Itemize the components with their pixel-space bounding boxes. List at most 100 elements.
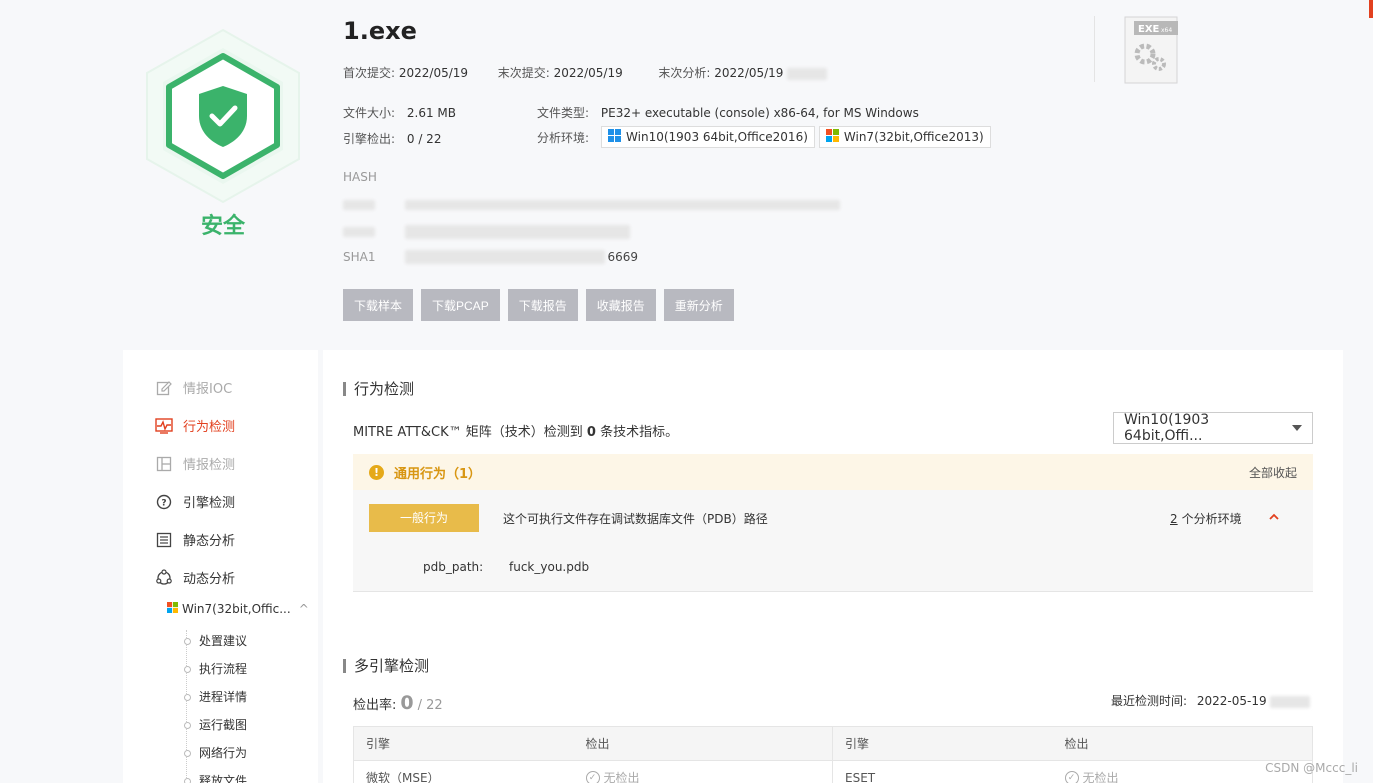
main-panel: 行为检测 MITRE ATT&CK™ 矩阵（技术）检测到 0 条技术指标。 Wi… bbox=[323, 350, 1343, 783]
behavior-level-tag: 一般行为 bbox=[369, 504, 479, 532]
exe-sub-label: x64 bbox=[1161, 27, 1172, 34]
nav-sub-item[interactable]: 释放文件 bbox=[183, 770, 247, 783]
pdb-path-key: pdb_path: bbox=[423, 560, 484, 574]
exe-label: EXE bbox=[1138, 24, 1160, 35]
env-chip-label: Win7(32bit,Office2013) bbox=[843, 130, 984, 144]
nav-sub-item[interactable]: 网络行为 bbox=[183, 742, 247, 770]
download-sample-button[interactable]: 下载样本 bbox=[343, 289, 414, 321]
nav-item-intel-ioc[interactable]: 情报IOC bbox=[155, 378, 232, 397]
help-circle-icon: ? bbox=[155, 493, 173, 511]
last-analysis-value: 2022/05/19 bbox=[714, 66, 784, 80]
env-chip-win7[interactable]: Win7(32bit,Office2013) bbox=[818, 126, 991, 148]
nav-item-label: 动态分析 bbox=[183, 572, 236, 587]
header-divider bbox=[1094, 16, 1095, 82]
nav-item-label: 静态分析 bbox=[183, 534, 236, 549]
table-row: 微软（MSE） ✓ 无检出 ESET ✓ 无检出 bbox=[354, 761, 1312, 783]
last-submit-value: 2022/05/19 bbox=[553, 66, 623, 80]
chevron-up-icon: ^ bbox=[298, 602, 309, 616]
column-header: 引擎 bbox=[366, 737, 391, 751]
cycle-icon bbox=[155, 568, 173, 587]
last-time-value: 2022-05-19 bbox=[1196, 694, 1267, 708]
rate-value: 0 bbox=[400, 692, 414, 714]
check-circle-icon: ✓ bbox=[585, 770, 600, 783]
behavior-description: 这个可执行文件存在调试数据库文件（PDB）路径 bbox=[503, 512, 768, 526]
nav-item-label: 行为检测 bbox=[183, 420, 236, 435]
file-name-title: 1.exe bbox=[343, 17, 417, 45]
behavior-group-header[interactable]: ! 通用行为（1） 全部收起 bbox=[353, 454, 1313, 490]
column-header: 检出 bbox=[574, 727, 833, 760]
nav-item-intel-detect[interactable]: 情报检测 bbox=[155, 454, 235, 473]
nav-item-dynamic[interactable]: 动态分析 bbox=[155, 568, 235, 587]
file-type-row: 文件类型: PE32+ executable (console) x86-64,… bbox=[537, 104, 919, 121]
pdb-path-value: fuck_you.pdb bbox=[509, 560, 590, 574]
verdict-label: 安全 bbox=[200, 214, 245, 239]
mitre-count: 0 bbox=[586, 425, 596, 440]
env-select-value: Win10(1903 64bit,Offi... bbox=[1124, 412, 1210, 444]
mitre-prefix: MITRE ATT&CK™ 矩阵（技术）检测到 bbox=[353, 425, 583, 440]
watermark: CSDN @Mccc_li bbox=[1265, 761, 1358, 775]
env-count-suffix: 个分析环境 bbox=[1181, 512, 1242, 526]
favorite-report-button[interactable]: 收藏报告 bbox=[585, 289, 656, 321]
sha1-tail: 6669 bbox=[607, 250, 639, 264]
table-header-row: 引擎 检出 引擎 检出 bbox=[354, 727, 1312, 761]
nav-item-label: 引擎检测 bbox=[183, 496, 236, 511]
download-pcap-button[interactable]: 下载PCAP bbox=[421, 289, 500, 321]
download-report-button[interactable]: 下载报告 bbox=[507, 289, 578, 321]
file-type-label: 文件类型: bbox=[537, 106, 590, 120]
env-chip-label: Win10(1903 64bit,Office2016) bbox=[626, 130, 808, 144]
nav-item-behavior[interactable]: 行为检测 bbox=[155, 416, 235, 435]
nav-sub-env-win7[interactable]: Win7(32bit,Offic... ^ bbox=[167, 602, 309, 616]
collapse-all-link[interactable]: 全部收起 bbox=[1249, 464, 1297, 481]
check-circle-icon: ✓ bbox=[1064, 770, 1079, 783]
nav-item-label: 情报IOC bbox=[183, 382, 233, 397]
env-count-link[interactable]: 2 个分析环境 bbox=[1170, 510, 1242, 527]
safety-hexagon-icon bbox=[143, 28, 303, 204]
env-chip-win10[interactable]: Win10(1903 64bit,Office2016) bbox=[601, 126, 815, 148]
nav-sub-item[interactable]: 进程详情 bbox=[183, 686, 247, 714]
engine-name: 微软（MSE） bbox=[366, 771, 440, 783]
analysis-env-label: 分析环境: bbox=[537, 130, 590, 145]
nav-sub-item[interactable]: 处置建议 bbox=[183, 630, 247, 658]
action-buttons: 下载样本 下载PCAP 下载报告 收藏报告 重新分析 bbox=[343, 289, 734, 321]
file-size-row: 文件大小: 2.61 MB bbox=[343, 104, 456, 121]
redacted-block bbox=[343, 226, 375, 237]
exe-file-icon: EXE x64 bbox=[1124, 16, 1178, 84]
file-size-label: 文件大小: bbox=[343, 106, 396, 120]
behavior-section-title: 行为检测 bbox=[343, 378, 414, 399]
column-header: 引擎 bbox=[845, 737, 870, 751]
redacted-block bbox=[343, 199, 375, 210]
chevron-up-icon[interactable] bbox=[1269, 510, 1279, 524]
reanalyze-button[interactable]: 重新分析 bbox=[663, 289, 734, 321]
last-submit-label: 末次提交: bbox=[497, 66, 550, 80]
engine-name: ESET bbox=[845, 770, 876, 783]
redacted-block bbox=[404, 224, 630, 239]
engine-result: ✓ 无检出 bbox=[574, 761, 833, 783]
windows7-icon bbox=[167, 602, 178, 616]
engines-title-text: 多引擎检测 bbox=[354, 657, 430, 675]
engine-detect-row: 引擎检出: 0 / 22 bbox=[343, 130, 441, 147]
nav-item-engine[interactable]: ? 引擎检测 bbox=[155, 492, 235, 511]
detection-rate: 检出率: 0 / 22 bbox=[353, 692, 443, 714]
result-text: 无检出 bbox=[603, 771, 640, 783]
heartbeat-icon bbox=[155, 417, 173, 435]
windows7-icon bbox=[825, 129, 839, 145]
engine-detect-label: 引擎检出: bbox=[343, 132, 396, 146]
nav-item-label: 情报检测 bbox=[183, 458, 236, 473]
left-nav: 情报IOC 行为检测 情报检测 ? 引擎检测 静态分析 动态分析 Win7(32… bbox=[123, 350, 318, 783]
hash-row-md5 bbox=[343, 197, 840, 211]
warning-icon: ! bbox=[369, 464, 384, 480]
analysis-env-row: 分析环境: Win10(1903 64bit,Office2016) Win7(… bbox=[537, 126, 995, 148]
file-type-value: PE32+ executable (console) x86-64, for M… bbox=[600, 106, 919, 120]
edit-icon bbox=[155, 379, 173, 397]
nav-sub-item[interactable]: 运行截图 bbox=[183, 714, 247, 742]
nav-sub-list: 处置建议 执行流程 进程详情 运行截图 网络行为 释放文件 bbox=[183, 630, 247, 783]
last-time-label: 最近检测时间: bbox=[1111, 694, 1188, 708]
env-count-num: 2 bbox=[1170, 512, 1178, 526]
result-text: 无检出 bbox=[1082, 771, 1119, 783]
submit-times: 首次提交: 2022/05/19 末次提交: 2022/05/19 末次分析: … bbox=[343, 64, 828, 81]
nav-item-static[interactable]: 静态分析 bbox=[155, 530, 235, 549]
nav-sub-item[interactable]: 执行流程 bbox=[183, 658, 247, 686]
engines-section-title: 多引擎检测 bbox=[343, 655, 429, 676]
env-select-dropdown[interactable]: Win10(1903 64bit,Offi... bbox=[1113, 412, 1313, 444]
hash-row-sha1: SHA1 6669 bbox=[343, 250, 638, 264]
